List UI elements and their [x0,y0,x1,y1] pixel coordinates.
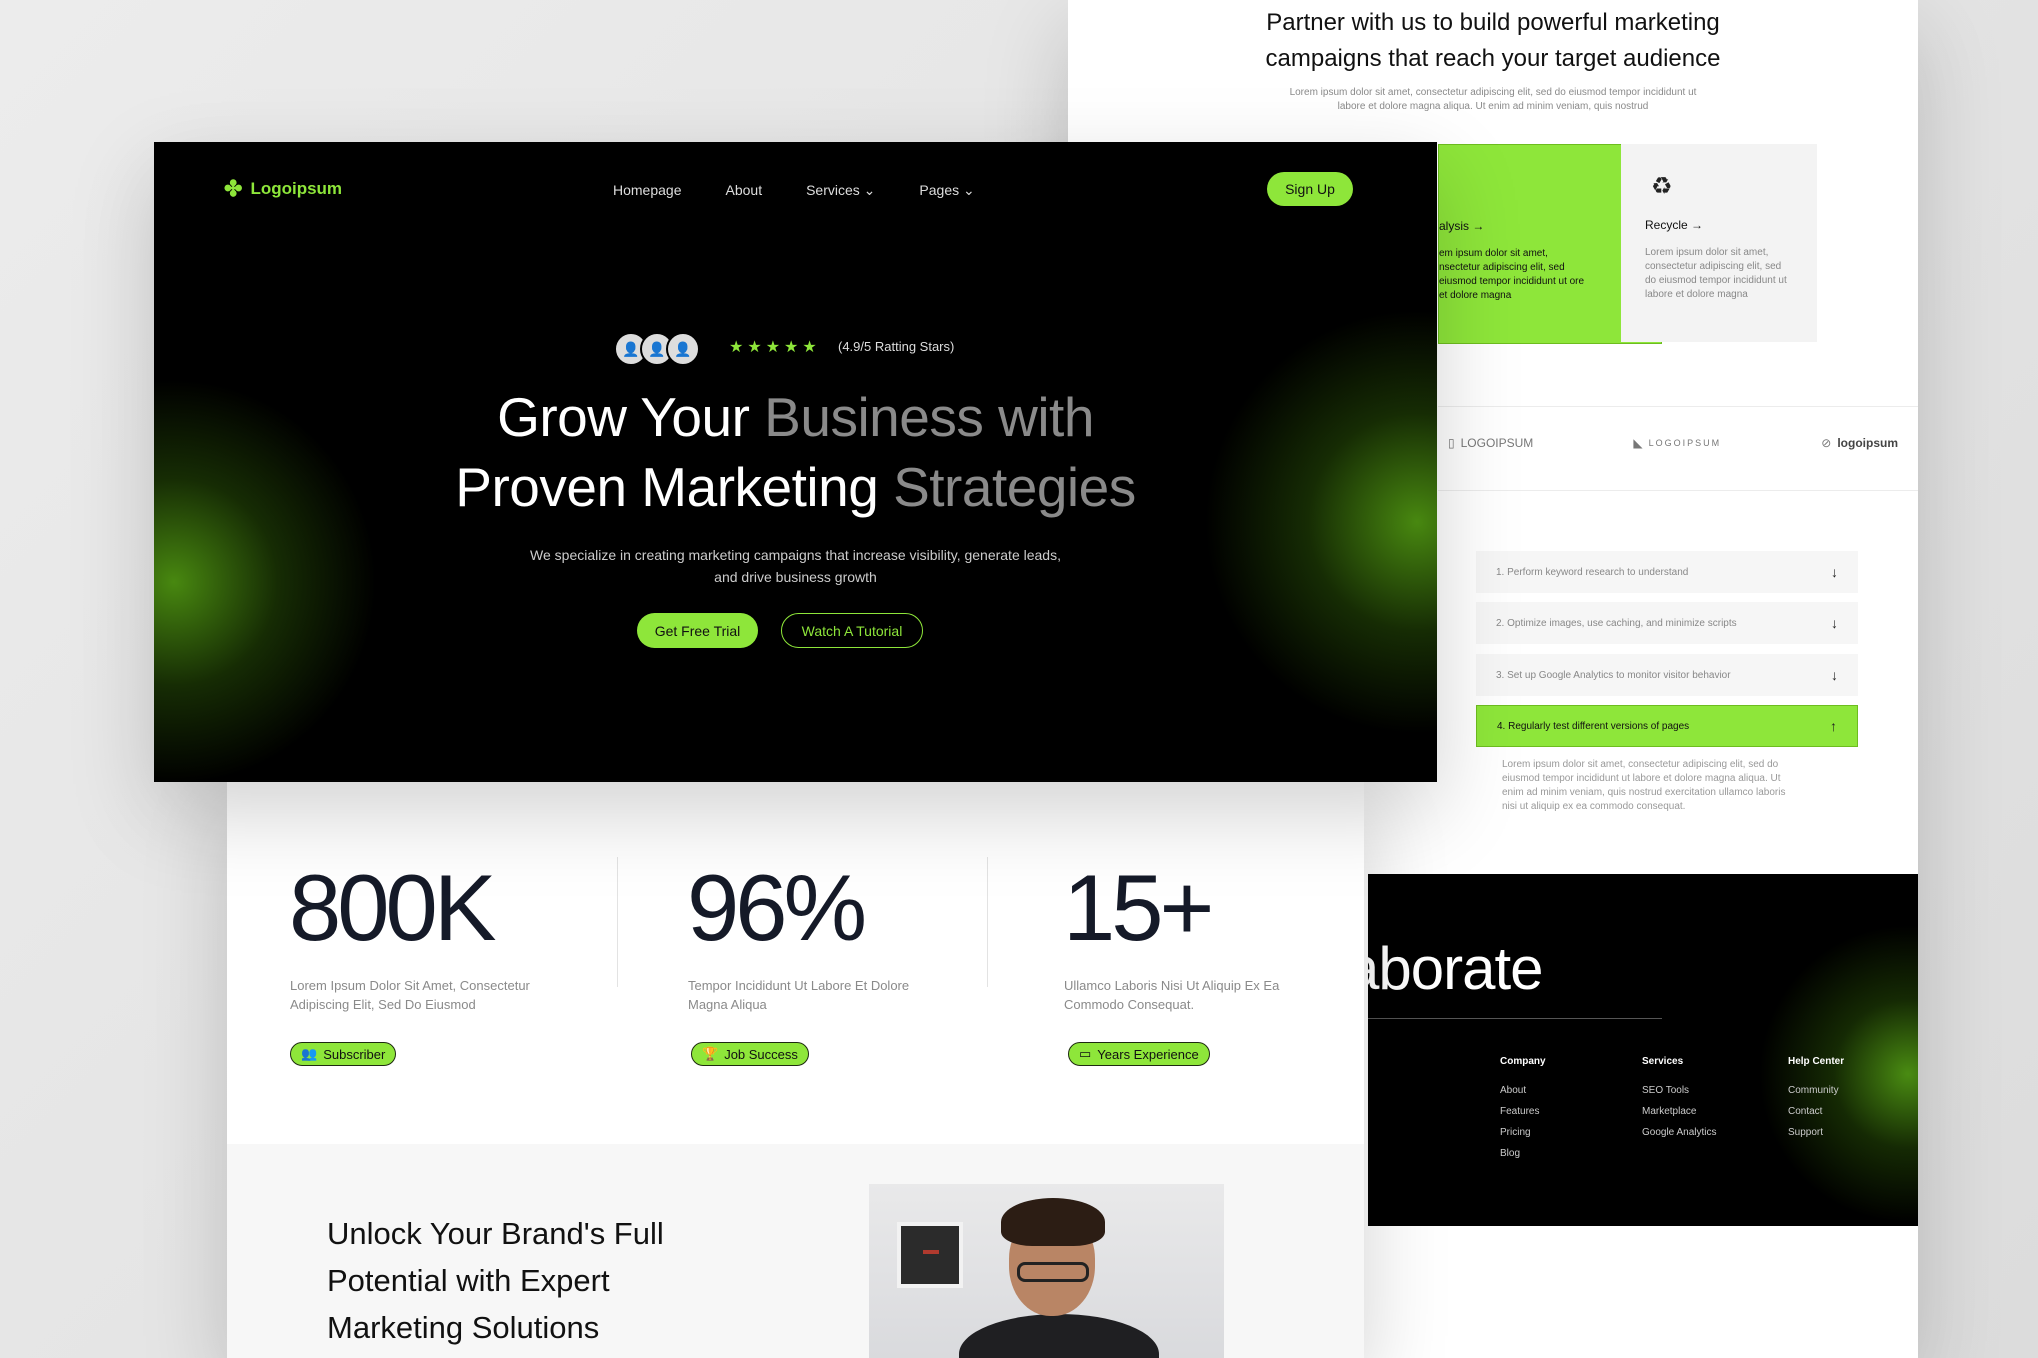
partner-line-1: Partner with us to build powerful market… [1266,9,1720,36]
partner-heading: Partner with us to build powerful market… [1068,5,1918,77]
service-card-recycle[interactable]: ♻ Recycle → Lorem ipsum dolor sit amet, … [1621,144,1817,342]
partner-logo: ⊘ logoipsum [1821,436,1898,450]
stat-text: Tempor Incididunt Ut Labore Et Dolore Ma… [688,978,910,1012]
arrow-up-icon: ↑ [1830,718,1837,734]
stat-badge: ▭ Years Experience [1068,1042,1210,1066]
faq-item[interactable]: 1. Perform keyword research to understan… [1476,551,1858,593]
main-nav: Homepage About Services ⌄ Pages ⌄ [613,182,975,199]
card-title: alysis → [1439,219,1485,233]
arrow-down-icon: ↓ [1831,667,1838,683]
mockup-canvas: Partner with us to build powerful market… [0,0,2038,1358]
stat-badge: 🏆 Job Success [691,1042,809,1066]
partner-subtext: Lorem ipsum dolor sit amet, consectetur … [1289,87,1697,112]
card-text: Lorem ipsum dolor sit amet, consectetur … [1645,247,1787,300]
partner-logos: ▯ LOGOIPSUM ◣ LOGOIPSUM ⊘ logoipsum [1448,436,1898,450]
partner-logo: ▯ LOGOIPSUM [1448,436,1534,450]
hero-glow-right [1197,302,1437,742]
wall-frame [897,1222,963,1288]
stat-badge: 👥 Subscriber [290,1042,397,1066]
card-title: Recycle → [1645,218,1704,232]
person-body [959,1314,1159,1358]
footer-link[interactable]: Blog [1500,1148,1546,1159]
footer-link[interactable]: Pricing [1500,1127,1546,1138]
brand-logo[interactable]: ✤ Logoipsum [224,178,342,200]
footer-link[interactable]: Google Analytics [1642,1127,1717,1138]
logo-mark-icon: ⊘ [1821,436,1832,450]
footer-link[interactable]: Contact [1788,1106,1844,1117]
divider [617,857,618,987]
stat-value: 15+ [1063,855,1214,960]
nav-services[interactable]: Services ⌄ [806,182,875,199]
footer-link[interactable]: SEO Tools [1642,1085,1717,1096]
faq-item-active[interactable]: 4. Regularly test different versions of … [1476,705,1858,747]
get-free-trial-button[interactable]: Get Free Trial [637,613,758,648]
monitor-icon: ▭ [1079,1046,1092,1061]
nav-pages[interactable]: Pages ⌄ [919,182,974,199]
faq-item[interactable]: 3. Set up Google Analytics to monitor vi… [1476,654,1858,696]
footer-col-help: Help Center Community Contact Support [1788,1056,1845,1138]
nav-homepage[interactable]: Homepage [613,182,682,199]
footer-link[interactable]: Support [1788,1127,1844,1138]
divider [1438,490,1918,491]
footer-link[interactable]: About [1500,1085,1546,1096]
avatar: 👤 [666,332,700,366]
trophy-icon: 🏆 [702,1046,719,1061]
hero-section: ✤ Logoipsum Homepage About Services ⌄ Pa… [154,142,1437,782]
rating-text: (4.9/5 Ratting Stars) [838,339,955,354]
users-icon: 👥 [301,1046,318,1061]
footer: aborate Company About Features Pricing B… [1368,874,1918,1226]
card-text: em ipsum dolor sit amet, nsectetur adipi… [1439,248,1585,301]
avatar-group: 👤 👤 👤 [614,332,700,366]
footer-heading: aborate [1368,935,1543,1002]
hero-subtitle: We specialize in creating marketing camp… [530,547,1061,585]
footer-col-services: Services SEO Tools Marketplace Google An… [1642,1056,1717,1138]
footer-underline [1368,1018,1662,1019]
watch-tutorial-button[interactable]: Watch A Tutorial [781,613,923,648]
faq-answer: Lorem ipsum dolor sit amet, consectetur … [1502,759,1786,812]
arrow-down-icon: ↓ [1831,564,1838,580]
feature-heading: Unlock Your Brand's Full Potential with … [327,1216,664,1345]
rating-stars-icon: ★★★★★ [729,339,821,356]
footer-link[interactable]: Features [1500,1106,1546,1117]
hero-headline: Grow Your Business with Proven Marketing… [455,386,1136,518]
stat-text: Ullamco Laboris Nisi Ut Aliquip Ex Ea Co… [1064,978,1280,1012]
stat-value: 96% [687,855,867,960]
footer-col-company: Company About Features Pricing Blog [1500,1056,1546,1159]
person-hair [1001,1198,1105,1246]
partner-line-2: campaigns that reach your target audienc… [1265,45,1721,72]
logo-mark-icon: ◣ [1633,436,1643,450]
footer-link[interactable]: Marketplace [1642,1106,1717,1117]
recycle-icon: ♻ [1651,173,1673,200]
clover-logo-icon: ✤ [224,176,243,201]
stat-value: 800K [289,855,497,960]
stat-text: Lorem Ipsum Dolor Sit Amet, Consectetur … [290,978,530,1012]
person-glasses [1017,1262,1089,1282]
logo-mark-icon: ▯ [1448,436,1455,450]
signup-button[interactable]: Sign Up [1267,172,1353,206]
divider [1438,406,1918,407]
footer-link[interactable]: Community [1788,1085,1844,1096]
chevron-down-icon: ⌄ [863,182,876,198]
nav-about[interactable]: About [726,182,763,199]
arrow-down-icon: ↓ [1831,615,1838,631]
team-photo [869,1184,1224,1358]
chevron-down-icon: ⌄ [963,182,975,198]
faq-item[interactable]: 2. Optimize images, use caching, and min… [1476,602,1858,644]
divider [987,857,988,987]
partner-logo: ◣ LOGOIPSUM [1633,436,1722,450]
